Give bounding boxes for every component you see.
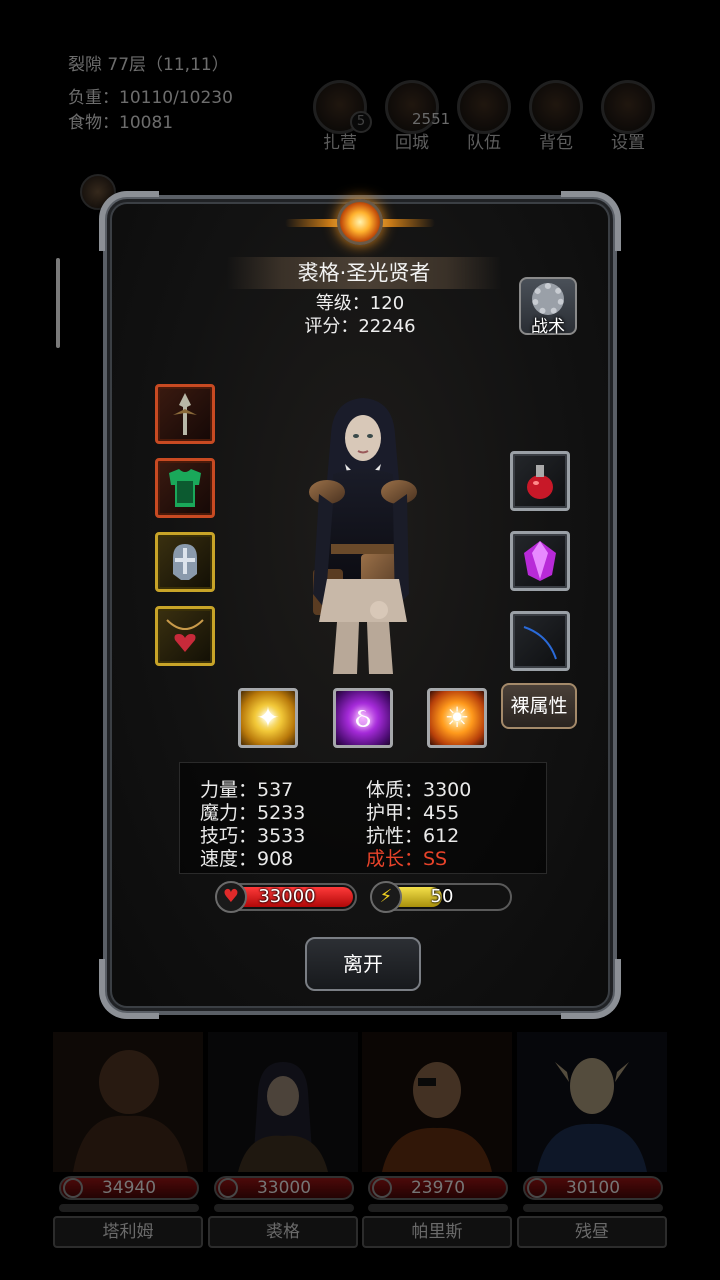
party-bar: 34940 塔利姆 33000 裘格 23970 帕里斯 30100 残昼 bbox=[53, 1032, 667, 1250]
frame-corner bbox=[99, 959, 159, 1019]
member-hp-bar: 23970 bbox=[368, 1176, 508, 1200]
amulet-slot[interactable] bbox=[155, 606, 215, 666]
hero-name: 裘格·圣光贤者 bbox=[227, 257, 501, 289]
frame-corner bbox=[561, 191, 621, 251]
member-hp: 30100 bbox=[565, 1178, 621, 1198]
sun-emblem-icon bbox=[285, 199, 435, 245]
armor-icon bbox=[169, 469, 201, 507]
skill-slot-2[interactable]: ઠ bbox=[333, 688, 393, 748]
frame-corner bbox=[99, 191, 159, 251]
hp-value: 33000 bbox=[258, 886, 316, 907]
load-text: 负重：10110/10230 bbox=[68, 88, 233, 108]
member-name: 塔利姆 bbox=[53, 1216, 203, 1248]
bag-button[interactable]: 背包 bbox=[526, 80, 586, 153]
stat-speed: 速度：908 bbox=[200, 848, 294, 870]
party-member-4[interactable]: 30100 残昼 bbox=[517, 1032, 667, 1250]
skill-slot-3[interactable]: ☀ bbox=[427, 688, 487, 748]
member-hp: 23970 bbox=[410, 1178, 466, 1198]
hero-portrait bbox=[309, 398, 417, 674]
location-text: 裂隙 77层（11,11） bbox=[68, 55, 229, 75]
portrait-warrior bbox=[53, 1032, 203, 1172]
holy-burst-icon: ✦ bbox=[256, 701, 280, 734]
armor-slot[interactable] bbox=[155, 458, 215, 518]
party-member-2[interactable]: 33000 裘格 bbox=[208, 1032, 358, 1250]
member-hp: 34940 bbox=[101, 1178, 157, 1198]
stats-panel: 力量：537 体质：3300 魔力：5233 护甲：455 技巧：3533 抗性… bbox=[179, 762, 547, 874]
chest-icon bbox=[529, 80, 583, 134]
tactic-label: 战术 bbox=[531, 317, 565, 337]
camp-count-badge: 5 bbox=[350, 111, 372, 133]
tactic-button[interactable]: 战术 bbox=[519, 277, 577, 337]
frame-corner bbox=[561, 959, 621, 1019]
amulet-icon bbox=[166, 619, 204, 652]
member-name: 残昼 bbox=[517, 1216, 667, 1248]
potion-icon bbox=[527, 465, 553, 499]
food-text: 食物：10081 bbox=[68, 113, 174, 133]
team-banner-icon bbox=[457, 80, 511, 134]
member-sp-bar bbox=[214, 1204, 354, 1212]
gold-count: 2551 bbox=[412, 110, 451, 128]
settings-button[interactable]: 设置 bbox=[598, 80, 658, 153]
whip-icon bbox=[523, 626, 557, 660]
portrait-pirate bbox=[362, 1032, 512, 1172]
member-hp-bar: 30100 bbox=[523, 1176, 663, 1200]
skill-slot-1[interactable]: ✦ bbox=[238, 688, 298, 748]
potion-slot[interactable] bbox=[510, 451, 570, 511]
member-hp-bar: 33000 bbox=[214, 1176, 354, 1200]
member-name: 裘格 bbox=[208, 1216, 358, 1248]
member-hp-bar: 34940 bbox=[59, 1176, 199, 1200]
team-button[interactable]: 队伍 bbox=[454, 80, 514, 153]
energy-bar: ⚡ 50 bbox=[370, 881, 512, 913]
leave-button[interactable]: 离开 bbox=[305, 937, 421, 991]
party-member-1[interactable]: 34940 塔利姆 bbox=[53, 1032, 203, 1250]
helmet-slot[interactable] bbox=[155, 532, 215, 592]
member-sp-bar bbox=[368, 1204, 508, 1212]
gear-icon bbox=[601, 80, 655, 134]
raw-attributes-button[interactable]: 裸属性 bbox=[501, 683, 577, 729]
spear-icon bbox=[173, 393, 197, 435]
trinket-slot[interactable] bbox=[510, 611, 570, 671]
hero-detail-panel: 裘格·圣光贤者 等级：120 评分：22246 战术 ✦ ઠ ☀ 裸属性 力量：… bbox=[99, 191, 621, 1019]
campfire-icon: 5 bbox=[313, 80, 372, 134]
member-sp-bar bbox=[523, 1204, 663, 1212]
scrollbar[interactable] bbox=[56, 258, 60, 348]
member-name: 帕里斯 bbox=[362, 1216, 512, 1248]
gem-icon bbox=[524, 541, 556, 581]
portrait-nun bbox=[208, 1032, 358, 1172]
weapon-slot[interactable] bbox=[155, 384, 215, 444]
energy-value: 50 bbox=[430, 886, 454, 907]
portrait-elf bbox=[517, 1032, 667, 1172]
member-hp: 33000 bbox=[256, 1178, 312, 1198]
gear-icon bbox=[532, 283, 564, 315]
top-nav: 5 扎营 回城 2551 队伍 背包 设置 bbox=[310, 80, 660, 153]
arcane-rune-icon: ઠ bbox=[354, 701, 372, 734]
party-member-3[interactable]: 23970 帕里斯 bbox=[362, 1032, 512, 1250]
gem-slot[interactable] bbox=[510, 531, 570, 591]
divine-fire-icon: ☀ bbox=[444, 701, 470, 734]
stat-growth: 成长：SS bbox=[366, 848, 448, 870]
camp-button[interactable]: 5 扎营 bbox=[310, 80, 372, 153]
hp-bar: ♥ 33000 bbox=[215, 881, 357, 913]
member-sp-bar bbox=[59, 1204, 199, 1212]
helmet-icon bbox=[173, 544, 197, 580]
